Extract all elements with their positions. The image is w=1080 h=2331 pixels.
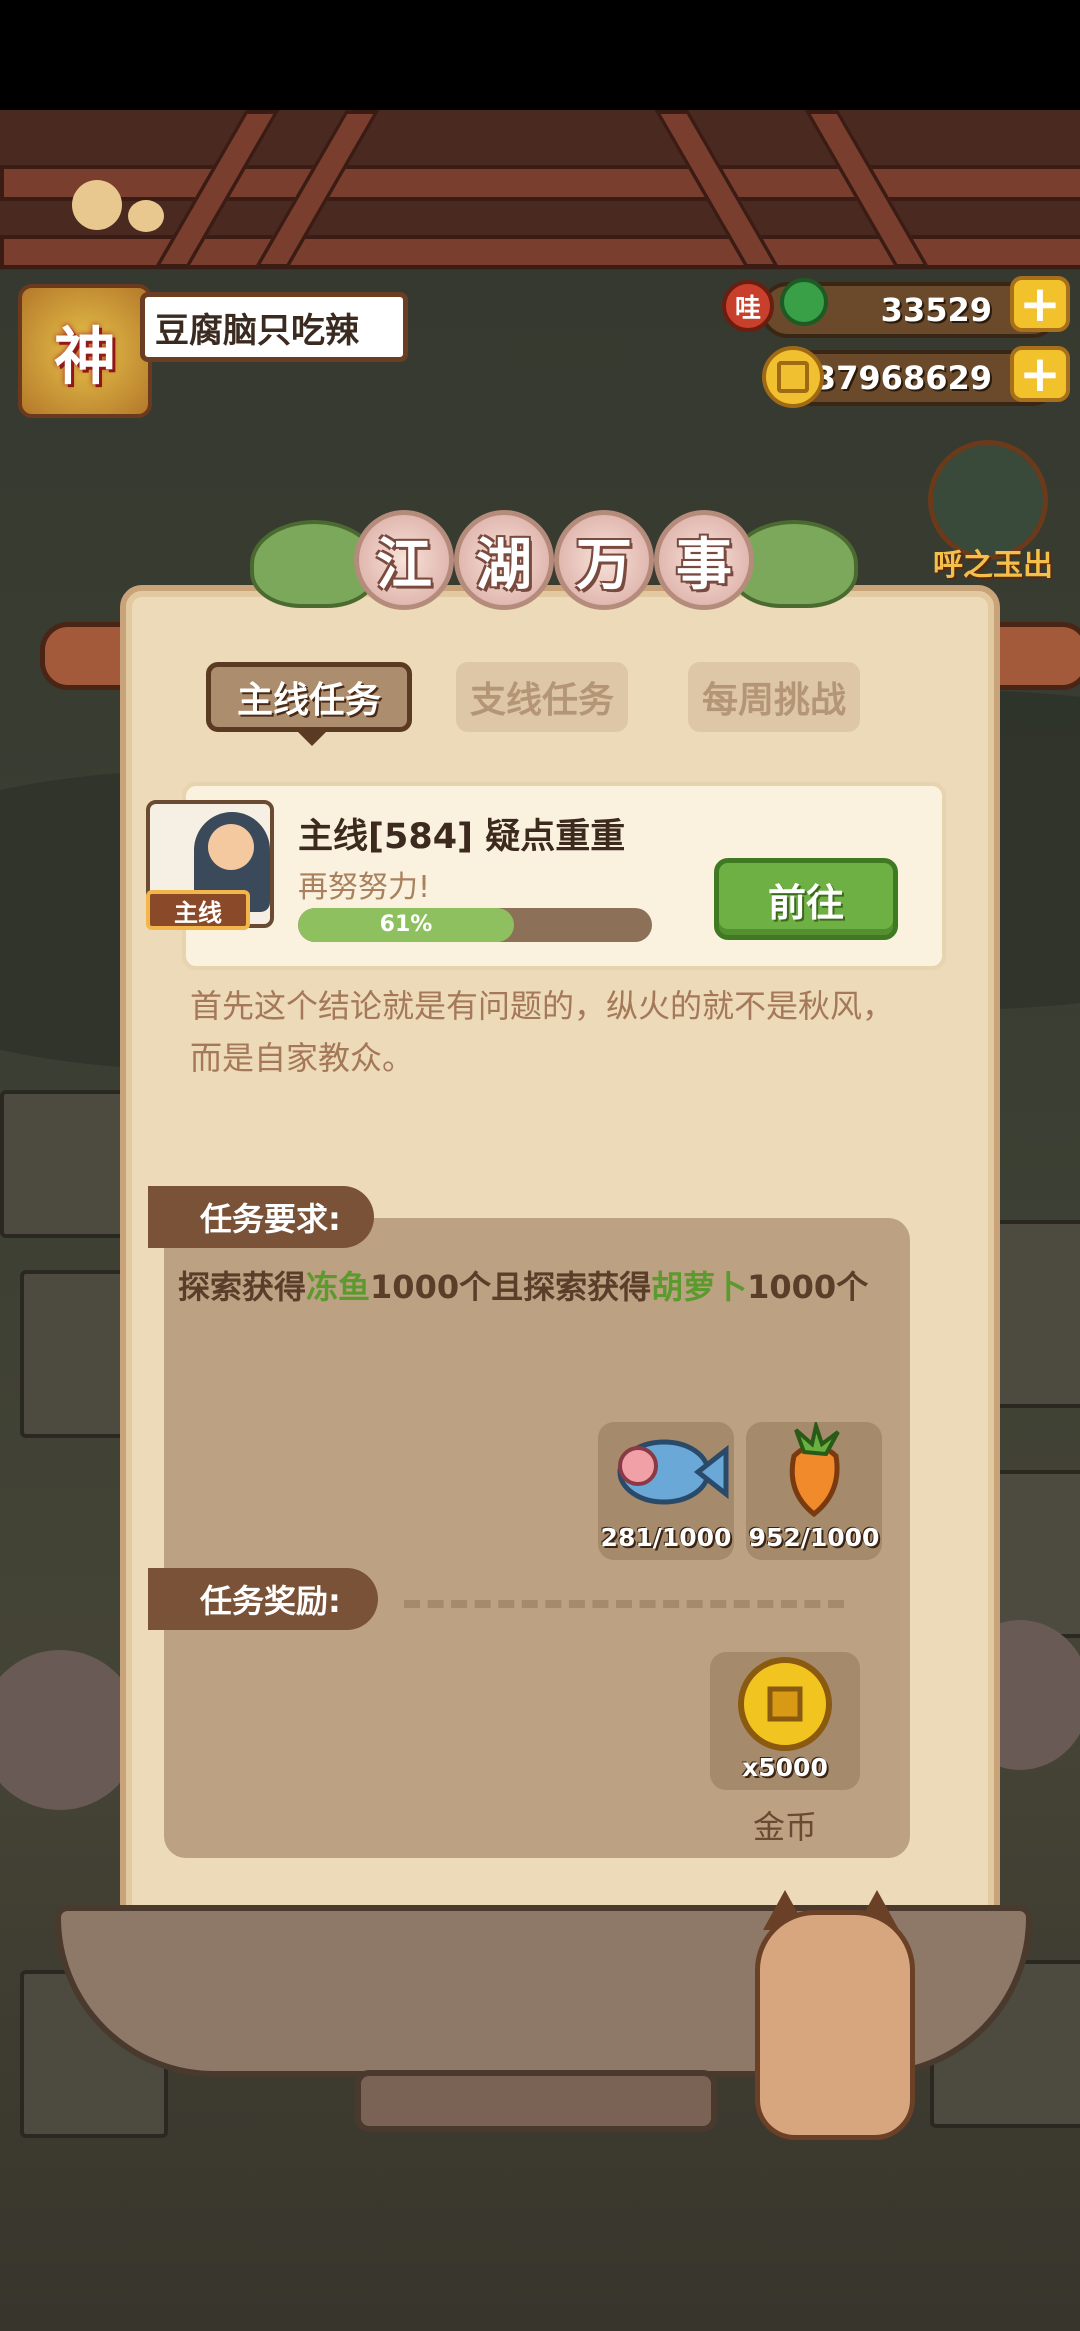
requirement-item-fish[interactable]: 281/1000: [598, 1422, 734, 1560]
bowl-base: [355, 2070, 717, 2132]
reward-header: 任务奖励:: [148, 1568, 378, 1630]
side-event-label: 呼之玉出: [933, 548, 1053, 583]
title-char-ball: 事: [654, 510, 754, 610]
tab-weekly-challenge[interactable]: 每周挑战: [688, 662, 860, 732]
jade-icon: [780, 278, 828, 326]
player-avatar[interactable]: 神: [18, 284, 152, 418]
carrot-count: 952/1000: [748, 1523, 880, 1552]
side-event-button[interactable]: 呼之玉出: [918, 440, 1068, 583]
panel-title: 江 湖 万 事: [250, 510, 858, 620]
quest-subtitle: 再努努力!: [298, 870, 431, 905]
tab-pointer: [298, 732, 326, 746]
tab-main-quest[interactable]: 主线任务: [206, 662, 412, 732]
divider: [404, 1600, 844, 1608]
gold-coin-icon: [738, 1657, 832, 1751]
quest-story-text: 首先这个结论就是有问题的，纵火的就不是秋风，而是自家教众。: [190, 987, 895, 1077]
requirement-text: 探索获得冻鱼1000个且探索获得胡萝卜1000个: [178, 1268, 869, 1306]
tab-side-quest[interactable]: 支线任务: [456, 662, 628, 732]
coin-reward-count: x5000: [742, 1753, 828, 1782]
quest-progress-bar: 61%: [298, 908, 652, 942]
fish-count: 281/1000: [600, 1523, 732, 1552]
avatar-title-char: 神: [53, 320, 116, 393]
progress-text: 61%: [379, 912, 433, 937]
add-coin-button[interactable]: +: [1010, 345, 1070, 403]
player-name-plate: 豆腐脑只吃辣: [140, 292, 408, 362]
requirement-header: 任务要求:: [148, 1186, 374, 1248]
quest-title: 主线[584] 疑点重重: [298, 817, 626, 857]
roof-background: [0, 110, 1080, 270]
frozen-fish-icon: [617, 1439, 729, 1505]
title-char-ball: 湖: [454, 510, 554, 610]
status-bar: [0, 0, 1080, 110]
gem-icon: 哇: [722, 280, 774, 332]
quest-type-tag: 主线: [146, 890, 250, 930]
gem-value: 33529: [880, 291, 992, 329]
reward-item-coin[interactable]: x5000: [710, 1652, 860, 1790]
cat-icon: [745, 1880, 945, 2140]
requirement-item-carrot[interactable]: 952/1000: [746, 1418, 882, 1560]
reward-label: 金币: [752, 1808, 817, 1846]
carrot-icon: [789, 1418, 840, 1518]
coin-value: 37968629: [813, 359, 992, 397]
go-button[interactable]: 前往: [714, 858, 898, 940]
player-name: 豆腐脑只吃辣: [155, 310, 359, 351]
coin-icon: [762, 346, 824, 408]
title-char-ball: 万: [554, 510, 654, 610]
add-gem-button[interactable]: +: [1010, 275, 1070, 333]
title-char-ball: 江: [354, 510, 454, 610]
